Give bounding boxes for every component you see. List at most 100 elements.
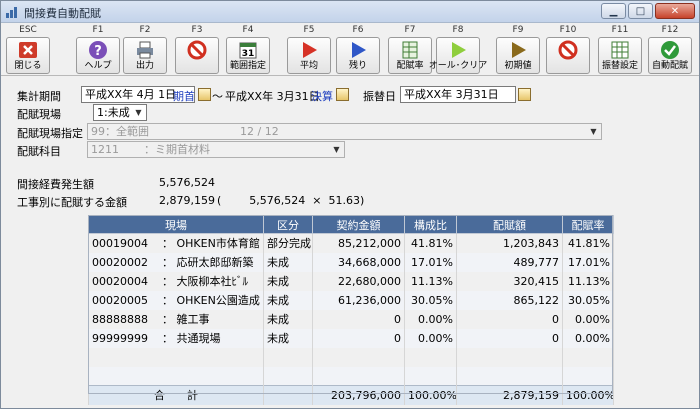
- table-cell[interactable]: 30.05%: [404, 290, 457, 310]
- toolbar-button[interactable]: 31 範囲指定: [226, 37, 270, 74]
- table-cell[interactable]: 41.81%: [562, 233, 614, 253]
- toolbar-button[interactable]: 出力: [123, 37, 167, 74]
- table-cell[interactable]: 未成: [263, 328, 313, 348]
- table-cell[interactable]: 41.81%: [404, 233, 457, 253]
- table-cell[interactable]: [263, 366, 313, 386]
- table-cell[interactable]: [88, 366, 264, 386]
- table-row[interactable]: 88888888 ： 雑工事 未成 0 0.00% 0 0.00%: [88, 309, 614, 329]
- table-cell[interactable]: 00020005 ： OHKEN公園造成: [88, 290, 264, 310]
- column-header[interactable]: 現場: [88, 215, 264, 234]
- toolbar-button[interactable]: オール･クリア: [429, 37, 487, 74]
- table-cell[interactable]: 00019004 ： OHKEN市体育館: [88, 233, 264, 253]
- table-cell[interactable]: 0.00%: [404, 309, 457, 329]
- table-cell[interactable]: 0: [312, 328, 405, 348]
- table-cell[interactable]: 未成: [263, 290, 313, 310]
- toolbar-button[interactable]: 初期値: [496, 37, 540, 74]
- period-to-field[interactable]: 平成XX年 3月31日: [225, 88, 320, 104]
- toolbar-button[interactable]: 平均: [287, 37, 331, 74]
- table-row[interactable]: 99999999 ： 共通現場 未成 0 0.00% 0 0.00%: [88, 328, 614, 348]
- site-range-dropdown[interactable]: 99：全範囲 12 / 12 ▼: [87, 123, 602, 140]
- table-cell[interactable]: 00020002 ： 応研太郎邸新築: [88, 252, 264, 272]
- fkey-f7-button[interactable]: F7 配賦率: [387, 25, 433, 75]
- table-cell[interactable]: [562, 366, 614, 386]
- fkey-f8-button[interactable]: F8 オール･クリア: [429, 25, 487, 75]
- toolbar-button[interactable]: ? ヘルプ: [76, 37, 120, 74]
- column-header[interactable]: 配賦率: [562, 215, 614, 234]
- table-cell[interactable]: 0.00%: [562, 328, 614, 348]
- table-cell[interactable]: 0.00%: [562, 309, 614, 329]
- table-cell[interactable]: [263, 347, 313, 367]
- site-dropdown[interactable]: 1:未成 ▼: [93, 104, 147, 121]
- table-row[interactable]: 00020002 ： 応研太郎邸新築 未成 34,668,000 17.01% 489,…: [88, 252, 614, 272]
- toolbar-button[interactable]: [546, 37, 590, 74]
- maximize-button[interactable]: □: [628, 3, 653, 19]
- table-cell[interactable]: [456, 366, 563, 386]
- table-row[interactable]: 00020005 ： OHKEN公園造成 未成 61,236,000 30.05% 86…: [88, 290, 614, 310]
- table-cell[interactable]: 30.05%: [562, 290, 614, 310]
- fkey-f10-button[interactable]: F10: [545, 25, 591, 75]
- table-row[interactable]: [88, 347, 614, 367]
- fkey-f4-button[interactable]: F4 31 範囲指定: [225, 25, 271, 75]
- table-row[interactable]: 00020004 ： 大阪柳本社ﾋﾞﾙ 未成 22,680,000 11.13% 320…: [88, 271, 614, 291]
- table-cell[interactable]: 11.13%: [404, 271, 457, 291]
- table-cell[interactable]: 0.00%: [404, 328, 457, 348]
- minimize-button[interactable]: ▁: [601, 3, 626, 19]
- table-cell[interactable]: [456, 347, 563, 367]
- toolbar-button[interactable]: 振替設定: [598, 37, 642, 74]
- table-cell[interactable]: [88, 347, 264, 367]
- toolbar-button[interactable]: 配賦率: [388, 37, 432, 74]
- account-dropdown[interactable]: 1211 ：ミ期首材料 ▼: [87, 141, 345, 158]
- table-cell[interactable]: [404, 366, 457, 386]
- table-cell[interactable]: 85,212,000: [312, 233, 405, 253]
- table-cell[interactable]: 1,203,843: [456, 233, 563, 253]
- table-cell[interactable]: 11.13%: [562, 271, 614, 291]
- table-cell[interactable]: 00020004 ： 大阪柳本社ﾋﾞﾙ: [88, 271, 264, 291]
- table-cell[interactable]: [312, 366, 405, 386]
- calendar-icon[interactable]: [198, 88, 211, 101]
- fkey-f11-button[interactable]: F11 振替設定: [597, 25, 643, 75]
- table-cell[interactable]: [404, 347, 457, 367]
- table-cell[interactable]: [312, 347, 405, 367]
- period-start-link[interactable]: 期首: [173, 88, 195, 104]
- transfer-date-field[interactable]: 平成XX年 3月31日: [400, 86, 516, 103]
- column-header[interactable]: 構成比: [404, 215, 457, 234]
- toolbar-button[interactable]: 自動配賦: [648, 37, 692, 74]
- fkey-f1-button[interactable]: F1? ヘルプ: [75, 25, 121, 75]
- table-cell[interactable]: 未成: [263, 271, 313, 291]
- table-cell[interactable]: 未成: [263, 309, 313, 329]
- table-cell[interactable]: 865,122: [456, 290, 563, 310]
- calendar-icon[interactable]: [518, 88, 531, 101]
- fkey-f2-button[interactable]: F2 出力: [122, 25, 168, 75]
- table-cell[interactable]: 0: [312, 309, 405, 329]
- toolbar-button[interactable]: [175, 37, 219, 74]
- table-cell[interactable]: 99999999 ： 共通現場: [88, 328, 264, 348]
- table-cell[interactable]: [562, 347, 614, 367]
- fkey-f12-button[interactable]: F12 自動配賦: [647, 25, 693, 75]
- table-cell[interactable]: 0: [456, 309, 563, 329]
- table-cell[interactable]: 34,668,000: [312, 252, 405, 272]
- column-header[interactable]: 配賦額: [456, 215, 563, 234]
- close-button[interactable]: ✕: [655, 3, 695, 19]
- table-cell[interactable]: 489,777: [456, 252, 563, 272]
- column-header[interactable]: 区分: [263, 215, 313, 234]
- fkey-f5-button[interactable]: F5 平均: [286, 25, 332, 75]
- calendar-icon[interactable]: [336, 88, 349, 101]
- fkey-f9-button[interactable]: F9 初期値: [495, 25, 541, 75]
- table-cell[interactable]: 部分完成: [263, 233, 313, 253]
- table-row[interactable]: 00019004 ： OHKEN市体育館 部分完成 85,212,000 41.81%…: [88, 233, 614, 253]
- table-cell[interactable]: 61,236,000: [312, 290, 405, 310]
- table-row[interactable]: [88, 366, 614, 386]
- column-header[interactable]: 契約金額: [312, 215, 405, 234]
- table-cell[interactable]: 88888888 ： 雑工事: [88, 309, 264, 329]
- table-cell[interactable]: 17.01%: [562, 252, 614, 272]
- period-end-link[interactable]: 決算: [311, 88, 333, 104]
- table-cell[interactable]: 320,415: [456, 271, 563, 291]
- table-cell[interactable]: 17.01%: [404, 252, 457, 272]
- toolbar-button[interactable]: 閉じる: [6, 37, 50, 74]
- fkey-f3-button[interactable]: F3: [174, 25, 220, 75]
- table-cell[interactable]: 未成: [263, 252, 313, 272]
- fkey-esc-button[interactable]: ESC 閉じる: [5, 25, 51, 75]
- toolbar-button[interactable]: 残り: [336, 37, 380, 74]
- table-cell[interactable]: 0: [456, 328, 563, 348]
- table-cell[interactable]: 22,680,000: [312, 271, 405, 291]
